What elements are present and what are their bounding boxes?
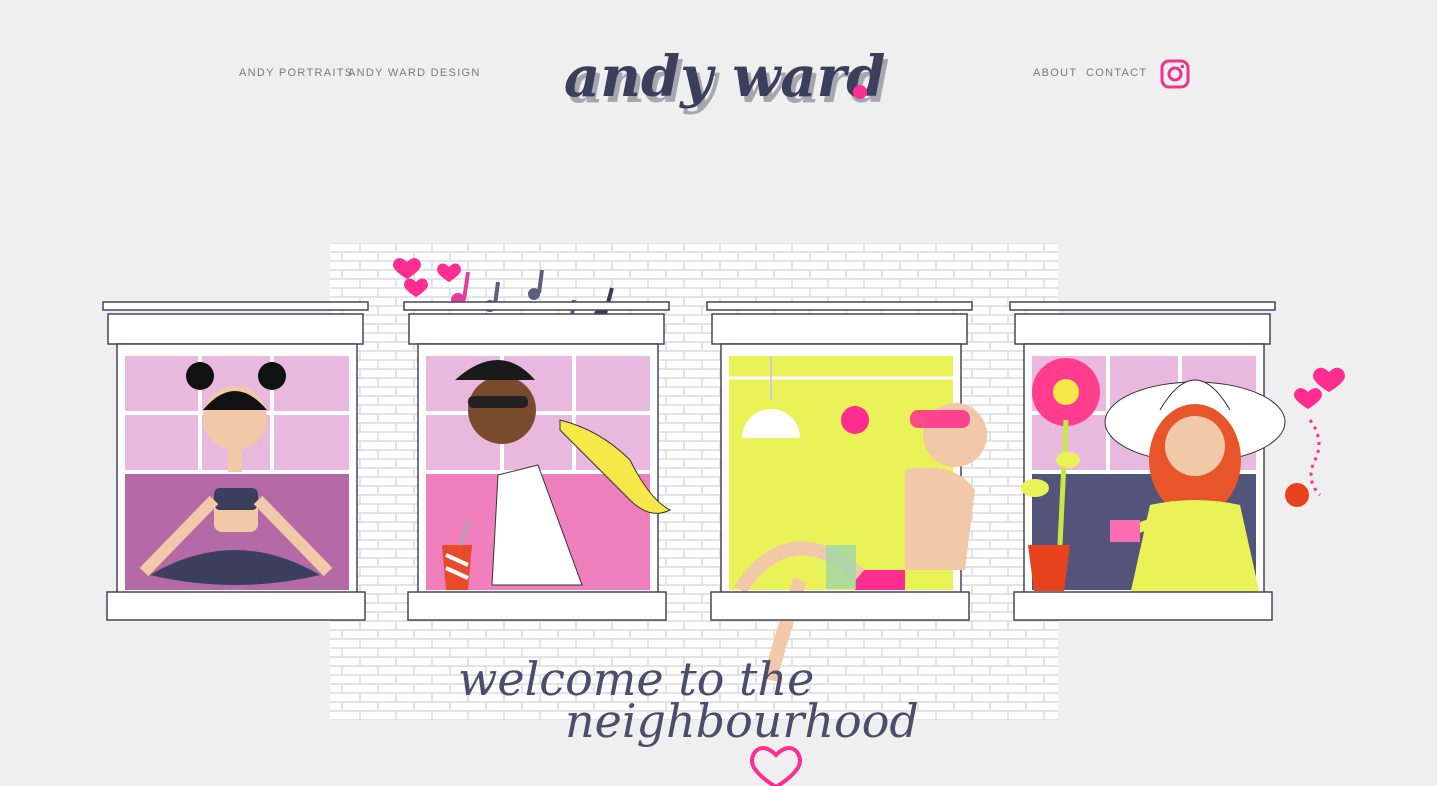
window-1 — [102, 301, 369, 621]
window-4 — [1009, 301, 1309, 621]
window-2 — [403, 301, 672, 621]
welcome-line-2: neighbourhood — [565, 694, 919, 748]
hero-illustration: welcome to the neighbourhood — [102, 243, 1345, 786]
heart-icon — [749, 746, 803, 786]
side-hearts — [1294, 367, 1345, 409]
